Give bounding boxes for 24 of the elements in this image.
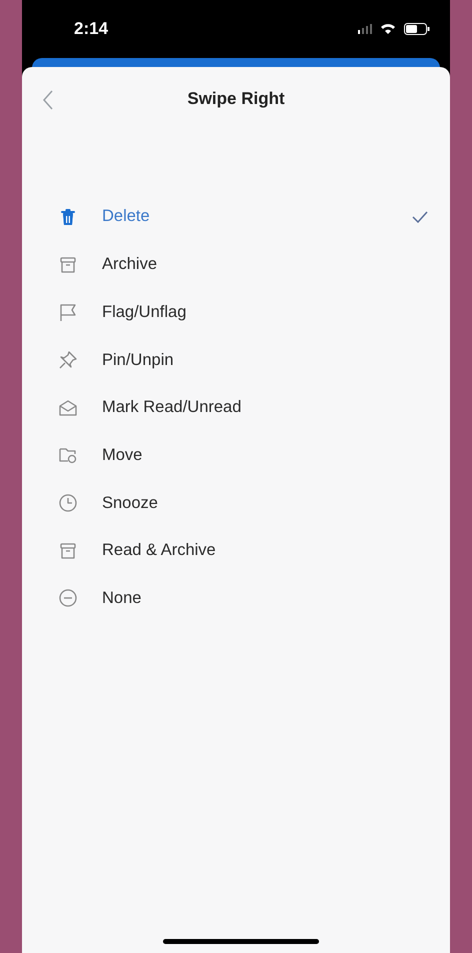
wifi-icon [380, 23, 396, 35]
pin-icon [58, 350, 78, 370]
back-icon [43, 90, 53, 110]
checkmark-icon [412, 210, 428, 223]
action-option[interactable]: Archive [22, 240, 450, 288]
trash-icon [58, 206, 78, 227]
action-option[interactable]: Mark Read/Unread [22, 384, 450, 432]
minus-circle-icon [58, 588, 78, 608]
action-option[interactable]: None [22, 574, 450, 622]
signal-icon [358, 24, 372, 34]
action-option[interactable]: Flag/Unflag [22, 288, 450, 336]
action-option[interactable]: Pin/Unpin [22, 336, 450, 384]
envelope-icon [58, 398, 78, 418]
status-time: 2:14 [74, 18, 108, 40]
action-option[interactable]: Read & Archive [22, 526, 450, 574]
screen-title: Swipe Right [187, 88, 285, 110]
battery-icon [404, 23, 430, 35]
archive-icon [58, 254, 78, 275]
flag-icon [58, 302, 78, 322]
action-option[interactable]: Move [22, 431, 450, 480]
clock-icon [58, 492, 78, 513]
action-option[interactable]: Snooze [22, 479, 450, 527]
action-option[interactable]: Delete [22, 193, 450, 241]
archive-icon [58, 540, 78, 561]
